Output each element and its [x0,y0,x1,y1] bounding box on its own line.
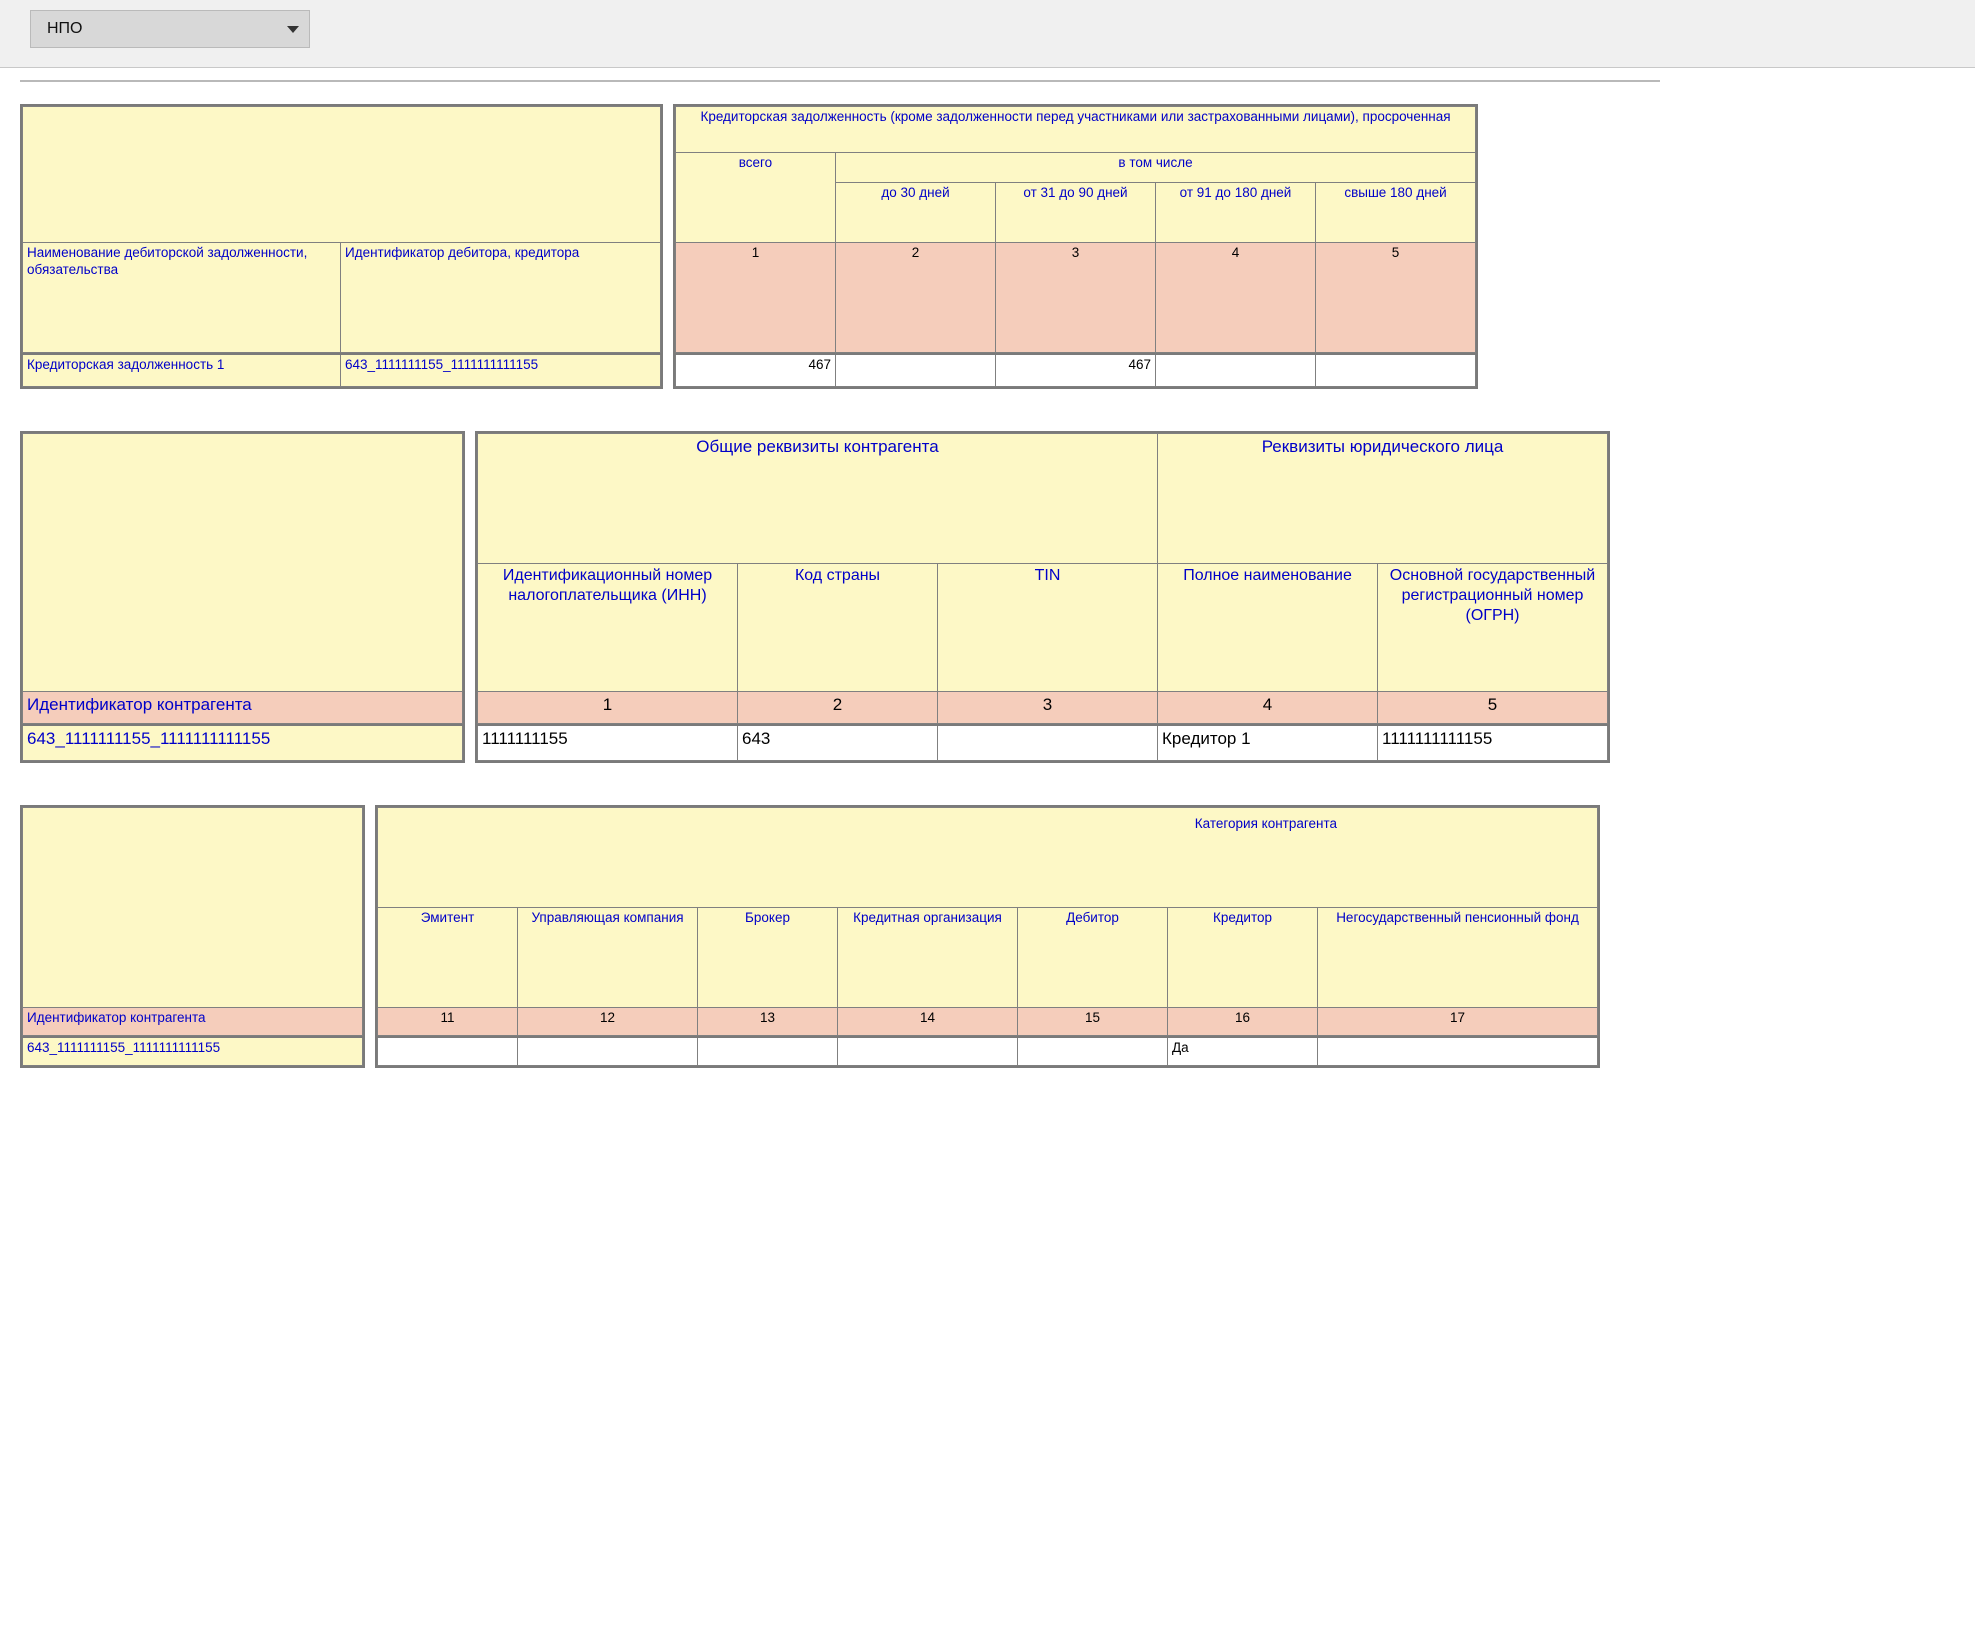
table1-left-empty-upper [23,107,661,243]
table2-left-header: Идентификатор контрагента [22,433,463,724]
chevron-down-icon [287,26,299,33]
table3-right-data: Да [377,1036,1598,1066]
table1-bucket-31-90: от 31 до 90 дней [996,183,1156,243]
table2-num-2: 2 [738,691,938,723]
type-dropdown[interactable]: НПО [30,10,310,48]
table1-val-5[interactable] [1316,354,1476,386]
table1-right-data: 467 467 [675,353,1476,387]
table1-col-debtor-id: Идентификатор дебитора, кредитора [341,243,661,353]
table3-val-15[interactable] [1018,1037,1168,1065]
toolbar: НПО [0,0,1975,68]
table3-right-block: Категория контрагента Эмитент Управляюща… [375,805,1600,1068]
table2-right-block: Общие реквизиты контрагента Реквизиты юр… [475,431,1610,764]
table3-val-17[interactable] [1318,1037,1598,1065]
table1-bucket-180plus: свыше 180 дней [1316,183,1476,243]
table1-left-block: Наименование дебиторской задолженности, … [20,104,663,389]
table2-col-fullname: Полное наименование [1158,563,1378,691]
table3-num-16: 16 [1168,1008,1318,1036]
table1-val-1[interactable]: 467 [676,354,836,386]
table1-num-3: 3 [996,243,1156,353]
table3-left-data: 643_1111111155_1111111111155 [22,1036,363,1066]
table3-col-emitent: Эмитент [378,908,518,1008]
table3-title: Категория контрагента [378,808,1598,908]
table2-group-general: Общие реквизиты контрагента [478,433,1158,563]
table1-num-4: 4 [1156,243,1316,353]
table3-val-12[interactable] [518,1037,698,1065]
table1-section: Наименование дебиторской задолженности, … [20,104,1955,389]
table3-left-block: Идентификатор контрагента 643_1111111155… [20,805,365,1068]
table1-col-name-liability: Наименование дебиторской задолженности, … [23,243,341,353]
table1-right-block: Кредиторская задолженность (кроме задолж… [673,104,1478,389]
table1-left-data: Кредиторская задолженность 1 643_1111111… [22,353,661,387]
table3-num-11: 11 [378,1008,518,1036]
table2-val-country[interactable]: 643 [738,725,938,761]
table3-section: Идентификатор контрагента 643_1111111155… [20,805,1955,1068]
table1-num-1: 1 [676,243,836,353]
table2-num-1: 1 [478,691,738,723]
table3-col-creditor: Кредитор [1168,908,1318,1008]
table2-val-inn[interactable]: 1111111155 [478,725,738,761]
table2-left-empty [23,433,463,691]
table3-col-uk: Управляющая компания [518,908,698,1008]
table3-col-credit-org: Кредитная организация [838,908,1018,1008]
table2-right-data: 1111111155 643 Кредитор 1 1111111111155 [477,724,1608,762]
table2-left-block: Идентификатор контрагента 643_1111111155… [20,431,465,764]
table3-col-debitor: Дебитор [1018,908,1168,1008]
table2-num-3: 3 [938,691,1158,723]
table1-right-title: Кредиторская задолженность (кроме задолж… [676,107,1476,153]
table3-left-empty [23,808,363,1008]
table2-group-legal: Реквизиты юридического лица [1158,433,1608,563]
table1-row-label-liability: Кредиторская задолженность 1 [23,354,341,386]
table1-col-total: всего [676,153,836,243]
table2-row-id: 643_1111111155_1111111111155 [23,725,463,761]
table2-num-4: 4 [1158,691,1378,723]
table1-bucket-91-180: от 91 до 180 дней [1156,183,1316,243]
table3-val-14[interactable] [838,1037,1018,1065]
table2-col-country: Код страны [738,563,938,691]
table3-row-id: 643_1111111155_1111111111155 [23,1037,363,1065]
type-dropdown-value: НПО [47,20,83,38]
table3-num-14: 14 [838,1008,1018,1036]
table2-col-tin: TIN [938,563,1158,691]
table1-bucket-30: до 30 дней [836,183,996,243]
table1-col-inthat: в том числе [836,153,1476,183]
table2-section: Идентификатор контрагента 643_1111111155… [20,431,1955,764]
table2-col-inn: Идентификационный номер налогоплательщик… [478,563,738,691]
table3-col-broker: Брокер [698,908,838,1008]
table2-num-5: 5 [1378,691,1608,723]
table2-right-header: Общие реквизиты контрагента Реквизиты юр… [477,433,1608,724]
table3-right-header: Категория контрагента Эмитент Управляюща… [377,807,1598,1036]
table1-num-2: 2 [836,243,996,353]
table3-val-11[interactable] [378,1037,518,1065]
table1-row-label-id: 643_1111111155_1111111111155 [341,354,661,386]
table1-val-2[interactable] [836,354,996,386]
table1-val-3[interactable]: 467 [996,354,1156,386]
table2-axis-label: Идентификатор контрагента [23,691,463,723]
table3-axis-label: Идентификатор контрагента [23,1008,363,1036]
table2-val-fullname[interactable]: Кредитор 1 [1158,725,1378,761]
table3-num-15: 15 [1018,1008,1168,1036]
table3-col-npf: Негосударственный пенсионный фонд [1318,908,1598,1008]
table3-num-12: 12 [518,1008,698,1036]
table3-num-17: 17 [1318,1008,1598,1036]
table2-val-tin[interactable] [938,725,1158,761]
table3-val-16[interactable]: Да [1168,1037,1318,1065]
table1-val-4[interactable] [1156,354,1316,386]
table2-col-ogrn: Основной государственный регистрационный… [1378,563,1608,691]
table3-left-header: Идентификатор контрагента [22,807,363,1036]
table3-val-13[interactable] [698,1037,838,1065]
table3-num-13: 13 [698,1008,838,1036]
table1-right-header: Кредиторская задолженность (кроме задолж… [675,106,1476,353]
table2-left-data: 643_1111111155_1111111111155 [22,724,463,762]
table1-num-5: 5 [1316,243,1476,353]
table2-val-ogrn[interactable]: 1111111111155 [1378,725,1608,761]
table1-left-grid: Наименование дебиторской задолженности, … [22,106,661,353]
